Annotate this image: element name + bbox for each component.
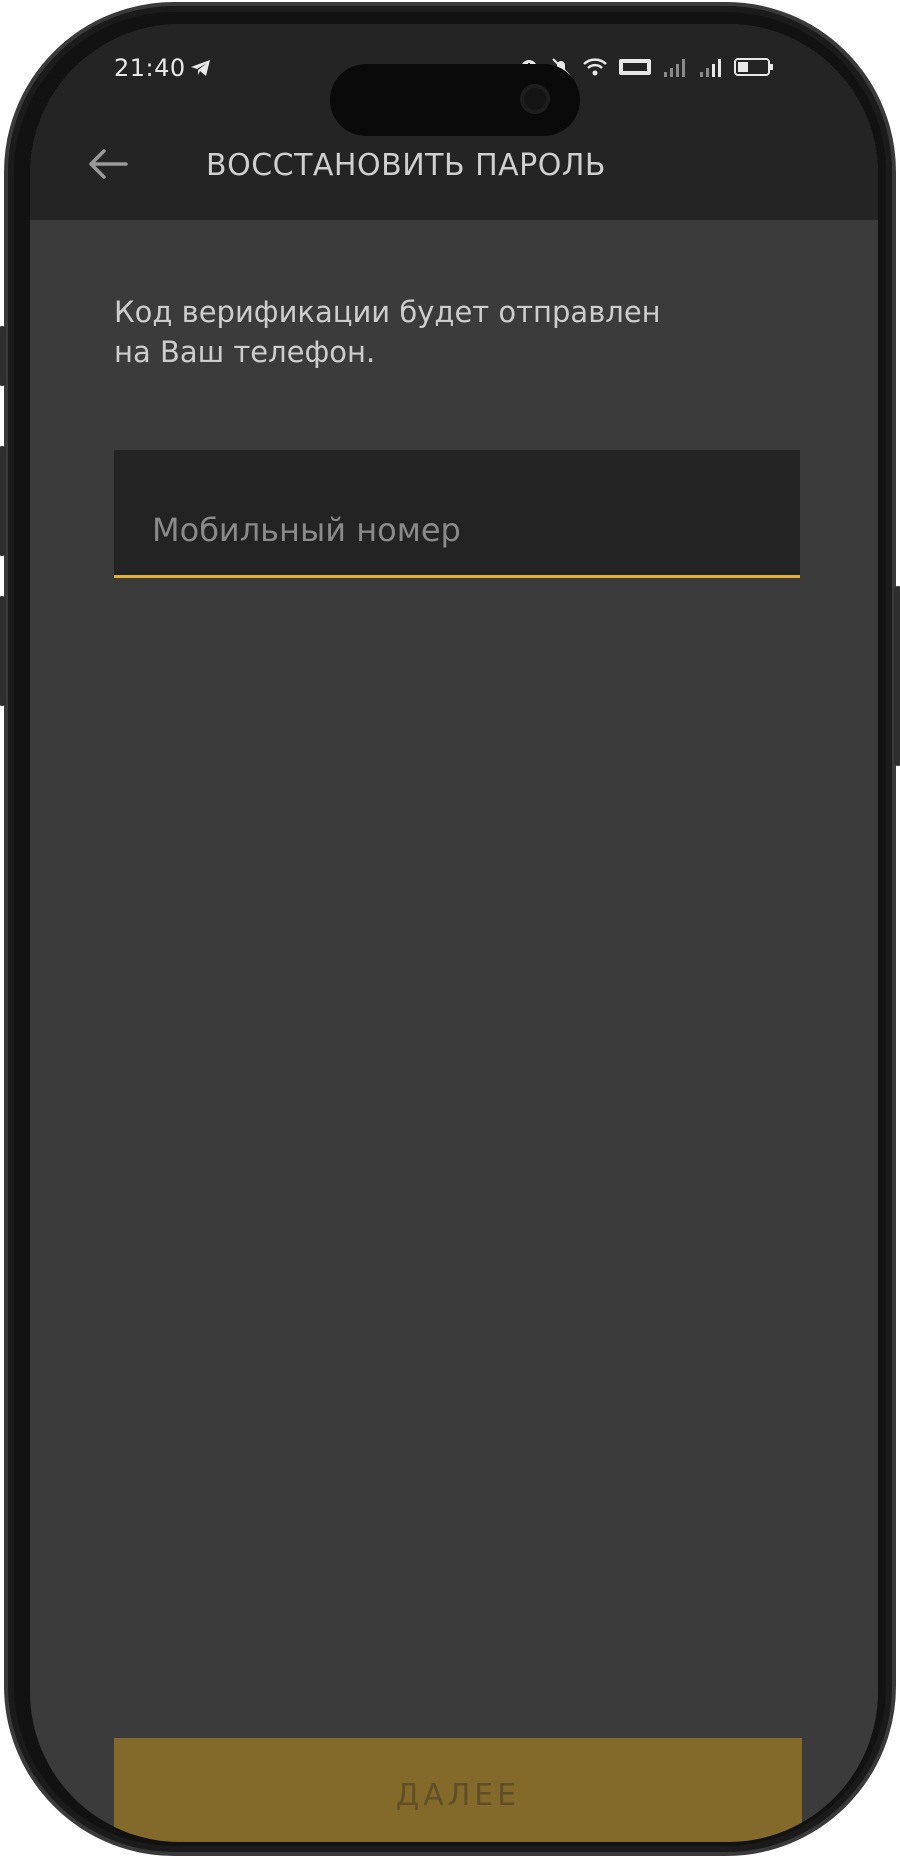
dynamic-island	[330, 64, 580, 136]
volume-up-button	[0, 446, 6, 556]
signal-icon	[700, 59, 721, 77]
camera-icon	[520, 84, 550, 114]
app-screen: 21:40 ВОССТАНОВИТЬ ПАРОЛЬ Код верификаци…	[30, 24, 878, 1842]
phone-frame: 21:40 ВОССТАНОВИТЬ ПАРОЛЬ Код верификаци…	[0, 2, 900, 1856]
signal-icon	[664, 59, 685, 77]
back-button[interactable]	[80, 136, 136, 192]
next-button[interactable]: ДАЛЕЕ	[114, 1738, 802, 1842]
page-title: ВОССТАНОВИТЬ ПАРОЛЬ	[206, 148, 606, 183]
phone-input[interactable]	[152, 504, 772, 556]
volume-down-button	[0, 596, 6, 706]
battery-icon	[734, 58, 773, 76]
volte-icon	[619, 59, 651, 75]
telegram-icon	[191, 60, 210, 76]
arrow-left-icon	[89, 149, 128, 179]
description-text: Код верификации будет отправлен на Ваш т…	[114, 292, 734, 372]
description-line: на Ваш телефон.	[114, 335, 376, 369]
status-time: 21:40	[114, 54, 186, 82]
header-bar: 21:40 ВОССТАНОВИТЬ ПАРОЛЬ	[30, 24, 878, 220]
action-button	[0, 326, 6, 386]
description-line: Код верификации будет отправлен	[114, 295, 661, 329]
phone-field[interactable]	[114, 450, 800, 578]
power-button	[894, 586, 900, 766]
wifi-icon	[583, 58, 607, 76]
